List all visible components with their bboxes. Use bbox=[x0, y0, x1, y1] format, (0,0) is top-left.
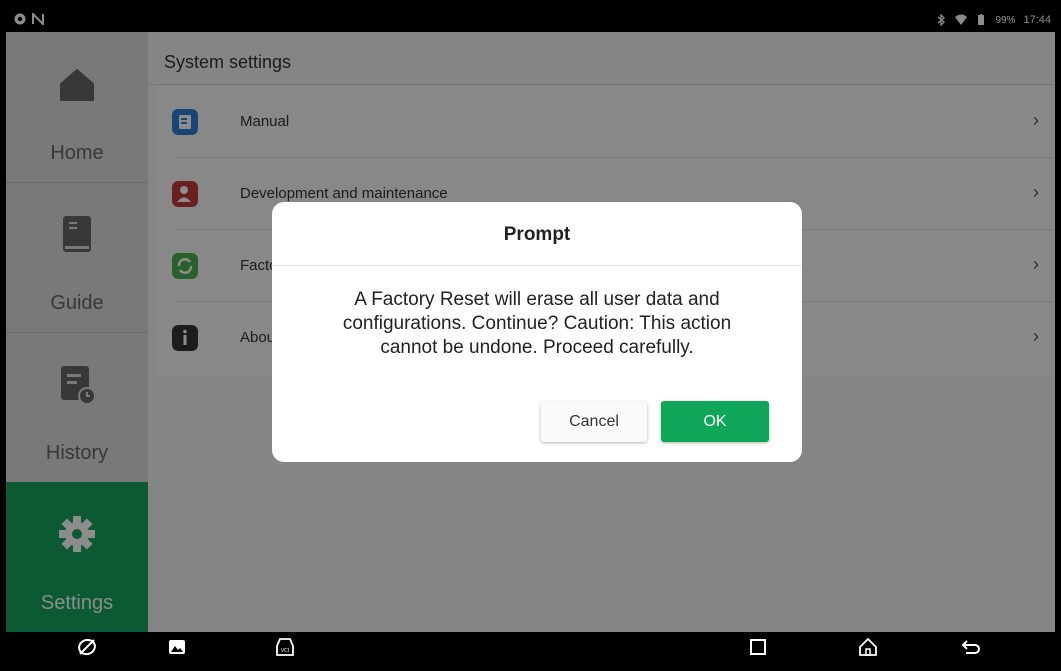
dialog-divider bbox=[272, 265, 802, 266]
dialog-message: A Factory Reset will erase all user data… bbox=[312, 288, 762, 360]
app-frame: 99% 17:44 Home Guide History Settings Sy… bbox=[6, 10, 1055, 661]
app-logo-icon[interactable] bbox=[76, 636, 98, 658]
dialog-message-line: A Factory Reset will erase all user data… bbox=[354, 289, 720, 310]
dialog-message-line: configurations. Continue? Caution: This … bbox=[342, 313, 732, 334]
vci-icon[interactable]: VCI bbox=[274, 636, 296, 658]
ok-button[interactable]: OK bbox=[661, 401, 769, 442]
svg-text:VCI: VCI bbox=[281, 648, 289, 654]
recents-icon[interactable] bbox=[747, 636, 769, 658]
navigation-bar: VCI bbox=[6, 632, 1055, 661]
cancel-button[interactable]: Cancel bbox=[541, 402, 647, 442]
prompt-dialog: Prompt A Factory Reset will erase all us… bbox=[272, 202, 802, 462]
home-nav-icon[interactable] bbox=[857, 636, 879, 658]
gallery-icon[interactable] bbox=[166, 636, 188, 658]
dialog-message-line: cannot be undone. Proceed carefully. bbox=[380, 337, 694, 358]
back-icon[interactable] bbox=[960, 636, 982, 658]
dialog-title: Prompt bbox=[503, 224, 571, 245]
